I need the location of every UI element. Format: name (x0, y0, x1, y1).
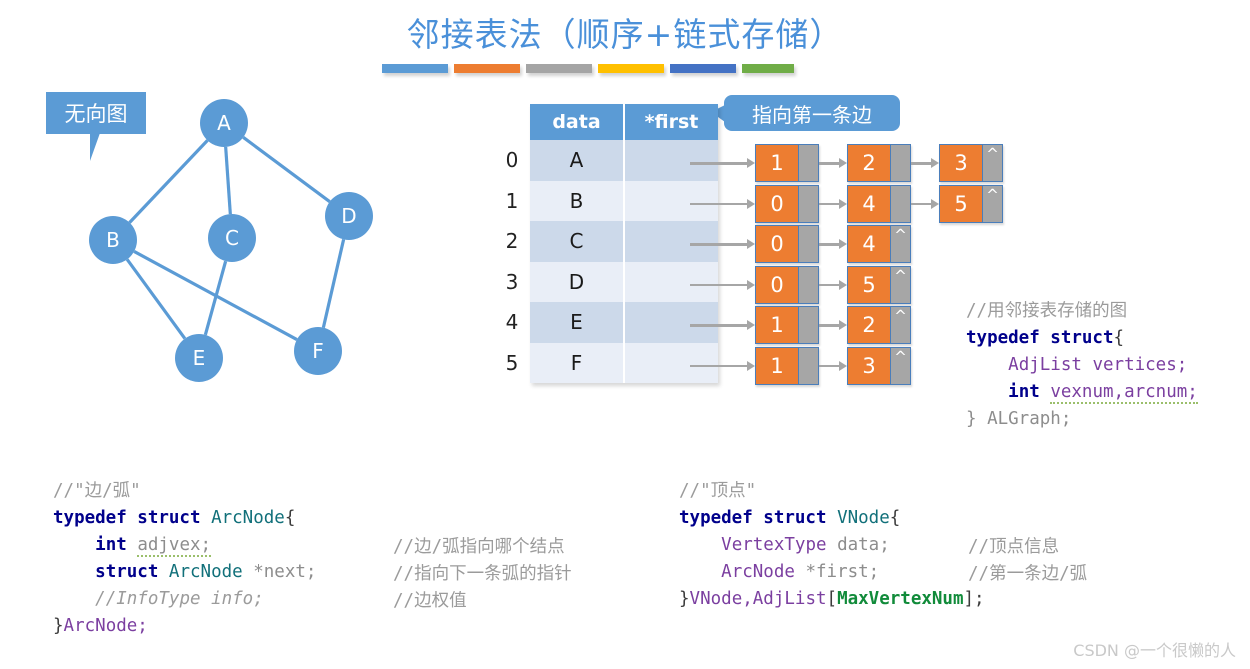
arc-node-null-pointer: ^ (890, 266, 910, 303)
arc-node-next-pointer (798, 226, 818, 262)
code-type: ArcNode (211, 508, 285, 528)
watermark: CSDN @一个很懒的人 (1073, 641, 1236, 660)
arc-node-null-pointer: ^ (890, 347, 910, 384)
arc-node-next-pointer (890, 185, 910, 222)
arc-node-adjvex: 0 (756, 226, 798, 262)
code-identifier: vertices; (1092, 355, 1188, 375)
code-brace: } (53, 616, 64, 636)
arc-node[interactable]: 2 ^ (847, 306, 911, 344)
arc-node-null-pointer: ^ (982, 185, 1002, 222)
arc-node[interactable]: 0 (755, 265, 819, 304)
code-identifier: *first; (805, 562, 880, 582)
arc-node[interactable]: 3 ^ (847, 346, 911, 385)
code-keyword: int (95, 535, 127, 555)
arc-node-adjvex: 3 (848, 347, 890, 384)
arc-node-next-pointer (798, 185, 818, 222)
code-comment: //InfoType info; (95, 589, 264, 609)
code-type: VertexType (721, 535, 827, 555)
code-identifier: ArcNode; (63, 616, 148, 636)
arc-node-null-pointer: ^ (982, 145, 1002, 181)
code-comment: //"顶点" (679, 481, 757, 501)
code-comments-arcnode: //边/弧指向哪个结点 //指向下一条弧的指针 //边权值 (393, 534, 572, 615)
code-brace: } (679, 589, 690, 609)
arc-node[interactable]: 4 ^ (847, 225, 911, 263)
slide-root: 邻接表法（顺序+链式存储） ABCDEF 无向图 指向第一条边 012345 d… (0, 0, 1250, 669)
arc-node-null-pointer: ^ (890, 307, 910, 343)
arc-node-adjvex: 0 (756, 185, 798, 222)
arc-node-adjvex: 5 (940, 185, 982, 222)
arc-node[interactable]: 0 (755, 225, 819, 263)
arc-node-next-pointer (798, 145, 818, 181)
code-keyword: struct (95, 562, 159, 582)
code-type: AdjList (1008, 355, 1082, 375)
code-bracket: [ (826, 589, 838, 609)
code-identifier: vexnum,arcnum; (1050, 382, 1198, 404)
arc-node[interactable]: 1 (755, 346, 819, 385)
code-brace: { (889, 508, 901, 528)
arc-node[interactable]: 4 (847, 184, 911, 223)
code-type: VNode (837, 508, 890, 528)
code-comment: //指向下一条弧的指针 (393, 564, 572, 584)
arc-node[interactable]: 5 ^ (939, 184, 1003, 223)
arc-node-null-pointer: ^ (890, 226, 910, 262)
arc-node-adjvex: 4 (848, 226, 890, 262)
arc-node[interactable]: 2 (847, 144, 911, 182)
arc-node[interactable]: 1 (755, 144, 819, 182)
code-close: } ALGraph; (966, 409, 1072, 429)
arc-node-adjvex: 2 (848, 145, 890, 181)
arc-node-adjvex: 1 (756, 307, 798, 343)
code-identifier: VNode,AdjList (689, 589, 827, 609)
code-keyword: typedef struct (679, 508, 827, 528)
code-brace: { (284, 508, 296, 528)
code-identifier: data; (837, 535, 890, 555)
code-identifier: adjvex; (137, 535, 212, 557)
arc-node[interactable]: 3 ^ (939, 144, 1003, 182)
arc-node-next-pointer (890, 145, 910, 181)
code-type: ArcNode (168, 562, 243, 582)
arc-node-adjvex: 3 (940, 145, 982, 181)
arc-node-next-pointer (798, 266, 818, 303)
code-type: ArcNode (721, 562, 795, 582)
arc-node-adjvex: 5 (848, 266, 890, 303)
code-identifier: *next; (253, 562, 317, 582)
arc-node[interactable]: 5 ^ (847, 265, 911, 304)
code-keyword: int (1008, 382, 1040, 402)
arc-node-adjvex: 1 (756, 347, 798, 384)
code-comment: //边权值 (393, 591, 467, 611)
code-brace: { (1113, 328, 1125, 348)
arc-node-adjvex: 1 (756, 145, 798, 181)
code-comments-vnode: //顶点信息 //第一条边/弧 (968, 534, 1087, 588)
code-comment: //"边/弧" (53, 481, 141, 501)
code-comment: //第一条边/弧 (968, 564, 1088, 584)
code-block-vnode: //"顶点" typedef struct VNode{ VertexType … (679, 478, 985, 613)
arc-node-next-pointer (798, 307, 818, 343)
arc-node-next-pointer (798, 347, 818, 384)
arc-node[interactable]: 0 (755, 184, 819, 223)
code-comment: //顶点信息 (968, 537, 1060, 557)
arc-node[interactable]: 1 (755, 306, 819, 344)
code-comment: //边/弧指向哪个结点 (393, 537, 565, 557)
arc-node-adjvex: 0 (756, 266, 798, 303)
code-bracket: ]; (963, 589, 985, 609)
arc-node-adjvex: 4 (848, 185, 890, 222)
code-keyword: typedef struct (966, 328, 1114, 348)
arc-node-adjvex: 2 (848, 307, 890, 343)
code-comment: //用邻接表存储的图 (966, 301, 1128, 321)
code-block-algraph: //用邻接表存储的图 typedef struct{ AdjList verti… (966, 298, 1198, 433)
code-macro: MaxVertexNum (837, 589, 964, 609)
code-block-arcnode: //"边/弧" typedef struct ArcNode{ int adjv… (53, 478, 316, 640)
code-keyword: typedef struct (53, 508, 201, 528)
